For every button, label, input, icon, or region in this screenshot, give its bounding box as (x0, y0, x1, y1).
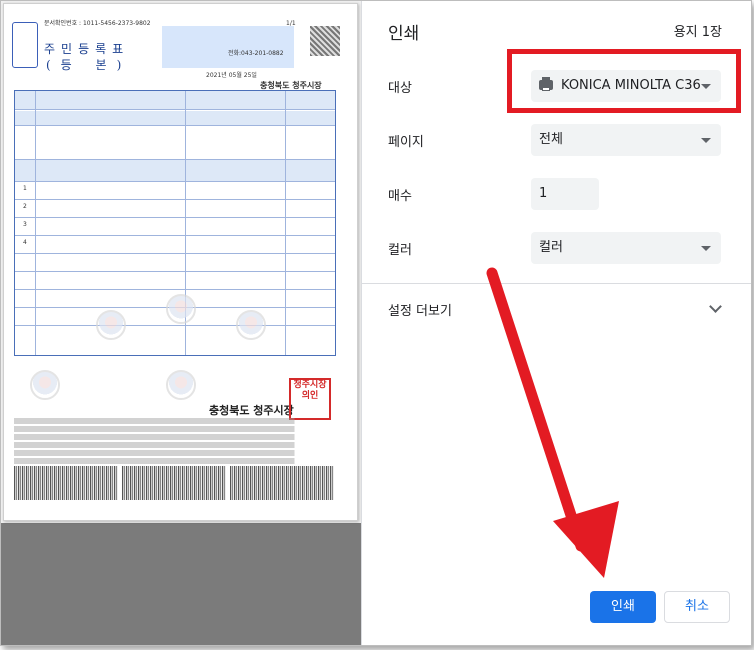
arrow-shaft (486, 267, 587, 552)
arrow-head (553, 501, 619, 578)
arrow-annotation (486, 267, 619, 578)
print-dialog: 문서확인번호 : 1011-5456-2373-9802 1/1 주민등록표 (… (0, 0, 752, 646)
